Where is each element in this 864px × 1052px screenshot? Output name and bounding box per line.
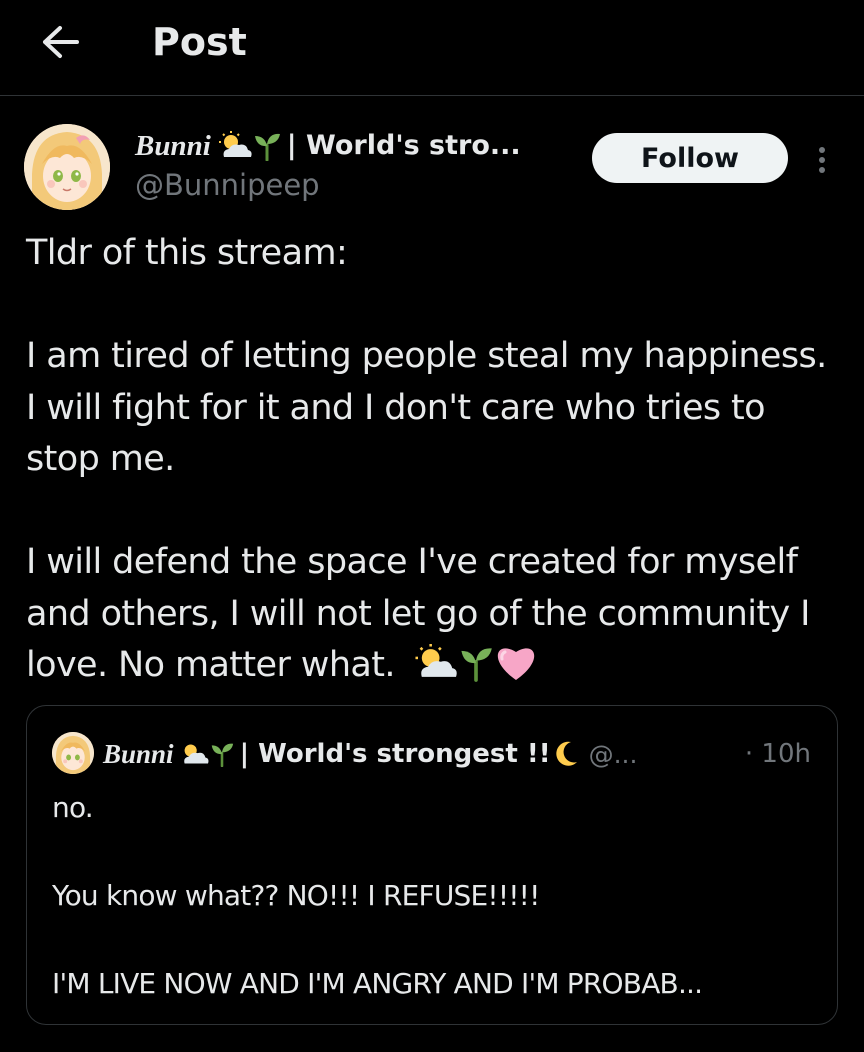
vertical-ellipsis-icon <box>819 147 825 173</box>
post-body: Tldr of this stream: I am tired of letti… <box>26 228 846 692</box>
top-bar: Post <box>0 0 864 96</box>
quoted-author-avatar <box>52 732 94 774</box>
author-handle[interactable]: @Bunnipeep <box>135 167 320 203</box>
quoted-post-timestamp: · 10h <box>744 739 811 769</box>
sun-behind-cloud-emoji <box>218 131 252 157</box>
more-options-button[interactable] <box>808 140 836 180</box>
post-text: Tldr of this stream: I am tired of letti… <box>26 233 827 685</box>
author-name-suffix: | World's stro... <box>286 130 521 161</box>
quoted-author-header: Bunni | World's strongest !! @... <box>103 734 637 774</box>
avatar-image <box>52 732 94 774</box>
author-display-name[interactable]: Bunni | World's stro... <box>135 127 521 165</box>
crescent-moon-emoji <box>555 741 577 766</box>
quoted-post-text: no. You know what?? NO!!! I REFUSE!!!!! … <box>52 791 703 1000</box>
quoted-author-name-suffix: | World's strongest !! <box>239 739 551 769</box>
page-title: Post <box>152 20 247 64</box>
quoted-author-name: Bunni <box>103 738 174 769</box>
quoted-author-handle: @... <box>588 739 638 769</box>
follow-button[interactable]: Follow <box>592 133 788 183</box>
sun-behind-cloud-emoji <box>415 644 458 677</box>
seedling-emoji <box>254 133 280 161</box>
quoted-post-card[interactable]: Bunni | World's strongest !! @... · 10h … <box>26 705 838 1025</box>
sun-behind-cloud-emoji <box>183 744 209 764</box>
seedling-emoji <box>211 743 233 767</box>
seedling-emoji <box>461 648 493 682</box>
back-button[interactable] <box>38 22 82 62</box>
author-name: Bunni <box>135 130 211 162</box>
avatar-image <box>24 124 110 210</box>
arrow-left-icon <box>43 26 79 58</box>
author-avatar[interactable] <box>24 124 110 210</box>
pink-heart-emoji <box>498 648 535 680</box>
